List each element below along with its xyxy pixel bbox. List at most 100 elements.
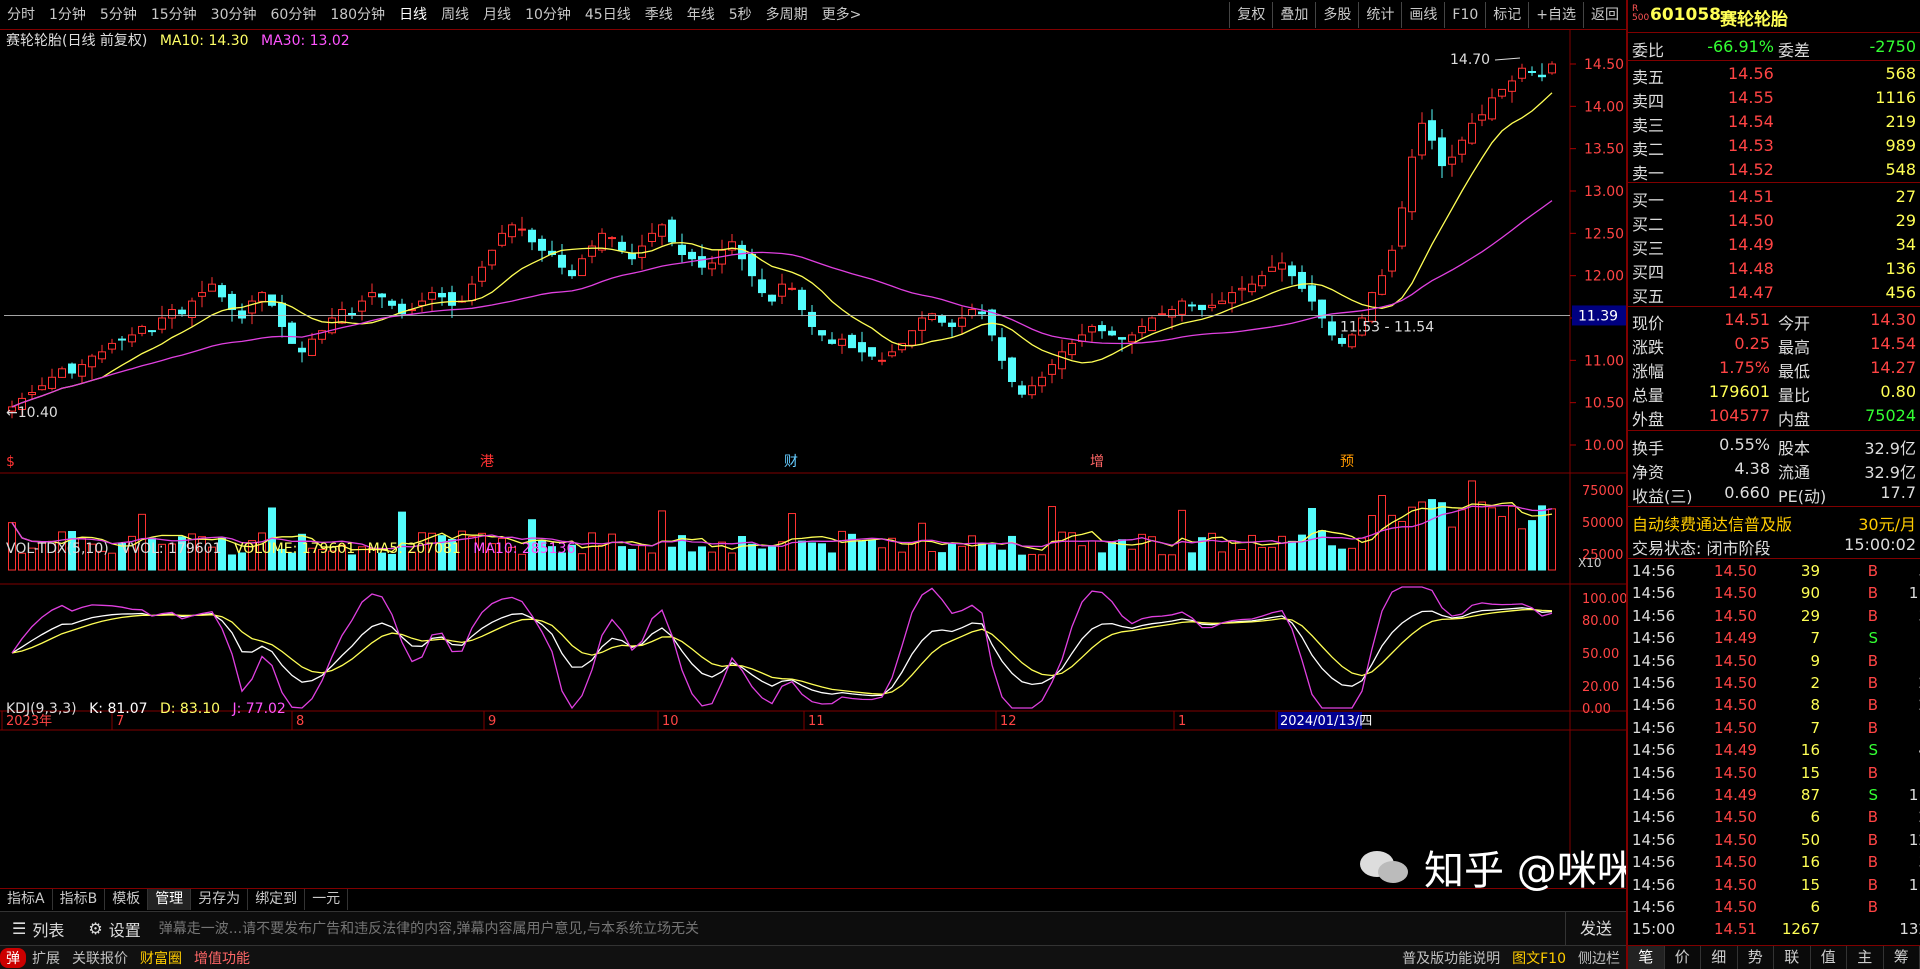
detail-tab[interactable]: 主 bbox=[1847, 946, 1884, 969]
volume-bar bbox=[728, 552, 736, 571]
promo-row[interactable]: 自动续费通达信普及版 30元/月 bbox=[1628, 510, 1920, 534]
danmu-settings-button[interactable]: ⚙ 设置 bbox=[76, 917, 152, 941]
status-item[interactable]: 扩展 bbox=[26, 948, 66, 968]
detail-tab[interactable]: 值 bbox=[1811, 946, 1847, 969]
quote-row: 现价 14.51 今开 14.30 bbox=[1628, 309, 1920, 333]
candle-body bbox=[148, 330, 156, 333]
candle-body bbox=[1488, 97, 1496, 120]
bid-price: 14.48 bbox=[1728, 259, 1774, 278]
high-label: 14.70 bbox=[1450, 52, 1490, 68]
bid-volume: 34 bbox=[1895, 235, 1916, 254]
tool-button[interactable]: F10 bbox=[1444, 1, 1485, 28]
volume-bar bbox=[748, 543, 756, 571]
candle-body bbox=[338, 309, 346, 324]
tool-button[interactable]: +自选 bbox=[1528, 1, 1583, 28]
time-axis-label: 1 bbox=[1178, 714, 1186, 729]
detail-tab[interactable]: 细 bbox=[1701, 946, 1738, 969]
volume-bar bbox=[1408, 506, 1416, 571]
detail-tab[interactable]: 价 bbox=[1665, 946, 1701, 969]
status-item[interactable]: 关联报价 bbox=[66, 948, 134, 968]
indicator-tab[interactable]: 另存为 bbox=[191, 889, 249, 910]
danmu-list-button[interactable]: ☰ 列表 bbox=[0, 917, 76, 941]
status-item[interactable]: 图文F10 bbox=[1506, 948, 1572, 968]
period-tab[interactable]: 月线 bbox=[476, 0, 518, 30]
period-tab[interactable]: 5秒 bbox=[722, 0, 759, 30]
quote-label: 总量 bbox=[1632, 386, 1665, 405]
volume-bar bbox=[968, 535, 976, 571]
status-item[interactable]: 弹 bbox=[0, 947, 26, 968]
danmu-send-button[interactable]: 发送 bbox=[1564, 911, 1626, 946]
tool-button[interactable]: 画线 bbox=[1401, 1, 1444, 28]
detail-tab[interactable]: 势 bbox=[1738, 946, 1774, 969]
period-tab[interactable]: 更多> bbox=[815, 0, 869, 30]
tick-side: B bbox=[1867, 606, 1878, 625]
weicha-value: -2750 bbox=[1869, 37, 1917, 56]
candle-body bbox=[238, 310, 246, 319]
detail-tab[interactable]: 筹 bbox=[1884, 946, 1920, 969]
period-tab[interactable]: 年线 bbox=[680, 0, 722, 30]
detail-tab[interactable]: 笔 bbox=[1628, 946, 1665, 969]
tick-price: 14.50 bbox=[1714, 718, 1757, 737]
stock-code: 601058 bbox=[1650, 5, 1721, 25]
period-tab[interactable]: 多周期 bbox=[759, 0, 815, 30]
period-tab[interactable]: 10分钟 bbox=[518, 0, 578, 30]
indicator-tab[interactable]: 绑定到 bbox=[248, 889, 306, 910]
tick-row: 14:5614.507B1 bbox=[1628, 718, 1920, 742]
period-toolbar: 分时 1分钟 5分钟 15分钟 30分钟 60分钟 180分钟 日线 周线 月线 10分钟 45日线季… bbox=[0, 0, 1626, 30]
period-tab[interactable]: 季线 bbox=[638, 0, 680, 30]
bid-label: 买三 bbox=[1632, 239, 1665, 258]
period-tab[interactable]: 分时 bbox=[0, 0, 42, 30]
danmu-input[interactable] bbox=[152, 915, 1565, 942]
candle-body bbox=[108, 342, 116, 350]
period-tab[interactable]: 180分钟 bbox=[323, 0, 392, 30]
tool-button[interactable]: 复权 bbox=[1229, 1, 1272, 28]
candle-body bbox=[248, 300, 256, 314]
tool-button[interactable]: 统计 bbox=[1358, 1, 1401, 28]
period-tab[interactable]: 日线 bbox=[392, 0, 434, 30]
volume-bar bbox=[1278, 535, 1286, 571]
detail-tab[interactable]: 联 bbox=[1774, 946, 1811, 969]
tool-button[interactable]: 多股 bbox=[1315, 1, 1358, 28]
candle-body bbox=[818, 330, 826, 336]
tool-button[interactable]: 标记 bbox=[1485, 1, 1528, 28]
indicator-tab[interactable]: 指标A bbox=[0, 889, 53, 910]
status-item[interactable]: 增值功能 bbox=[188, 948, 256, 968]
volume-bar bbox=[1488, 507, 1496, 571]
tool-button[interactable]: 叠加 bbox=[1272, 1, 1315, 28]
tick-side: S bbox=[1868, 786, 1878, 804]
tool-button[interactable]: 返回 bbox=[1583, 1, 1626, 28]
status-item[interactable]: 财富圈 bbox=[134, 948, 188, 968]
kline-chart-area[interactable]: 14.5014.0013.5013.0012.5012.0011.5011.00… bbox=[0, 30, 1626, 870]
period-tab[interactable]: 45日线 bbox=[578, 0, 638, 30]
volume-bar bbox=[1228, 540, 1236, 571]
tick-volume: 7 bbox=[1810, 718, 1820, 737]
price-tick-label: 11.00 bbox=[1584, 353, 1624, 369]
period-tabs: 分时 1分钟 5分钟 15分钟 30分钟 60分钟 180分钟 日线 周线 月线 10分钟 45日线季… bbox=[0, 0, 868, 30]
ask-price: 14.56 bbox=[1728, 64, 1774, 83]
period-tab[interactable]: 15分钟 bbox=[144, 0, 204, 30]
quote-value: 32.9亿 bbox=[1864, 463, 1916, 482]
indicator-tab[interactable]: 管理 bbox=[148, 889, 192, 910]
promo-text: 自动续费通达信普及版 bbox=[1632, 515, 1793, 534]
candle-body bbox=[1408, 156, 1416, 213]
period-tab[interactable]: 5分钟 bbox=[93, 0, 144, 30]
candle-body bbox=[508, 224, 516, 238]
indicator-tab[interactable]: 模板 bbox=[105, 889, 149, 910]
indicator-tab[interactable]: 指标B bbox=[53, 889, 106, 910]
status-item[interactable]: 普及版功能说明 bbox=[1396, 948, 1506, 968]
kline-chart[interactable]: 14.5014.0013.5013.0012.5012.0011.5011.00… bbox=[0, 30, 1626, 870]
candle-body bbox=[438, 292, 446, 298]
volume-bar bbox=[1328, 545, 1336, 571]
period-tab[interactable]: 60分钟 bbox=[264, 0, 324, 30]
period-tab[interactable]: 30分钟 bbox=[204, 0, 264, 30]
candle-body bbox=[1178, 300, 1186, 315]
tick-count: 11 bbox=[1908, 786, 1920, 804]
volume-bar bbox=[1468, 480, 1476, 571]
tick-time: 14:56 bbox=[1632, 741, 1676, 760]
status-item[interactable]: 侧边栏 bbox=[1572, 948, 1626, 968]
period-tab[interactable]: 1分钟 bbox=[42, 0, 93, 30]
volume-bar bbox=[1218, 551, 1226, 571]
indicator-tab[interactable]: 一元 bbox=[305, 889, 349, 910]
tick-price: 14.51 bbox=[1714, 920, 1757, 939]
period-tab[interactable]: 周线 bbox=[434, 0, 476, 30]
